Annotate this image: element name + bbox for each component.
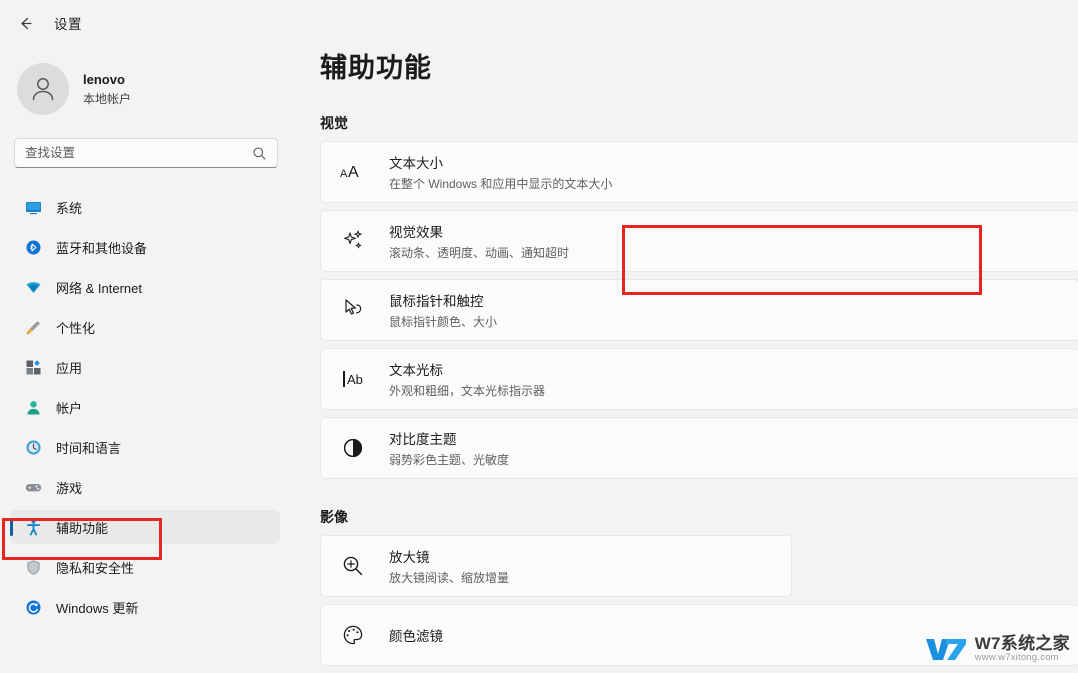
sidebar-item-7[interactable]: 时间和语言 (10, 430, 280, 464)
w7-mark (925, 639, 966, 661)
card-title: 文本光标 (389, 363, 443, 378)
sidebar-item-5[interactable]: 应用 (10, 350, 280, 384)
sidebar-item-label: 网络 & Internet (56, 280, 142, 296)
card-subtitle: 鼠标指针颜色、大小 (389, 315, 498, 329)
back-arrow-icon (20, 17, 32, 29)
card-title: 颜色滤镜 (389, 629, 443, 644)
back-button[interactable] (12, 10, 38, 36)
app-title: 设置 (54, 17, 82, 32)
paintbrush-icon (24, 318, 42, 336)
sidebar-item-label: 隐私和安全性 (56, 560, 135, 576)
svg-text:A: A (340, 168, 348, 180)
card-subtitle: 在整个 Windows 和应用中显示的文本大小 (389, 177, 613, 191)
settings-sections: 视觉 A A 文本大小在整个 Windows 和应用中显示的文本大小 视觉效果滚动条、透… (300, 113, 1078, 666)
section-card-list: A A 文本大小在整个 Windows 和应用中显示的文本大小 视觉效果滚动条、透明度… (300, 141, 1078, 479)
color-filter-icon (339, 621, 367, 649)
watermark: W7系统之家 www.w7xitong.com (924, 635, 1070, 663)
sidebar-item-1[interactable]: 系统 (10, 190, 280, 224)
main-content: 辅助功能 视觉 A A 文本大小 在整个 Windows 和应用中显示的文本大小 视觉效果… (300, 0, 1078, 673)
update-icon (24, 598, 42, 616)
magnifier-icon (339, 552, 367, 580)
card-title: 视觉效果 (389, 225, 443, 240)
sidebar-item-label: 应用 (56, 360, 83, 376)
section-heading: 影像 (320, 509, 348, 525)
sidebar-item-3[interactable]: 网络 & Internet (10, 270, 280, 304)
card-subtitle: 外观和粗细，文本光标指示器 (389, 384, 546, 398)
settings-card[interactable]: 对比度主题弱势彩色主题、光敏度 (320, 417, 1078, 479)
sidebar-item-label: 蓝牙和其他设备 (56, 240, 148, 256)
account-type: 本地帐户 (83, 91, 132, 106)
apps-icon (24, 358, 42, 376)
sidebar-item-11[interactable]: Windows 更新 (10, 590, 280, 624)
display-icon (24, 198, 42, 216)
sidebar-item-label: Windows 更新 (56, 600, 139, 616)
search-input[interactable] (25, 139, 252, 167)
contrast-icon (339, 434, 367, 462)
card-title: 文本大小 (389, 156, 443, 171)
titlebar: 设置 (0, 0, 300, 46)
card-title: 放大镜 (389, 550, 430, 565)
sparkle-icon (339, 227, 367, 255)
settings-card[interactable]: 放大镜放大镜阅读、缩放增量 (320, 535, 792, 597)
sidebar-item-9[interactable]: 辅助功能 (10, 510, 280, 544)
sidebar: 设置 lenovo 本地帐户 查找设置 系统 蓝牙和其他设备 网络 & Inte… (0, 0, 300, 673)
magnifier-glyph (253, 146, 266, 160)
person-icon (32, 78, 54, 101)
card-title: 鼠标指针和触控 (389, 294, 484, 309)
sidebar-item-10[interactable]: 隐私和安全性 (10, 550, 280, 584)
watermark-name: W7系统之家 (974, 634, 1070, 654)
sidebar-item-label: 游戏 (56, 480, 83, 496)
clock-icon (24, 438, 42, 456)
mouse-pointer-icon (339, 296, 367, 324)
account-icon (24, 398, 42, 416)
settings-card[interactable]: 视觉效果滚动条、透明度、动画、通知超时 (320, 210, 1078, 272)
sidebar-item-6[interactable]: 帐户 (10, 390, 280, 424)
sidebar-item-label: 帐户 (56, 400, 83, 416)
card-subtitle: 放大镜阅读、缩放增量 (389, 571, 510, 585)
text-cursor-icon: Ab (339, 365, 367, 393)
text-size-icon: AA (339, 158, 367, 186)
watermark-url: www.w7xitong.com (974, 652, 1059, 664)
sidebar-item-label: 辅助功能 (56, 520, 109, 536)
bluetooth-icon (24, 238, 42, 256)
card-title: 对比度主题 (389, 432, 457, 447)
accessibility-icon (24, 518, 42, 536)
sidebar-item-label: 时间和语言 (56, 440, 122, 456)
svg-text:A: A (348, 164, 359, 181)
search-box[interactable] (14, 138, 278, 168)
sidebar-item-2[interactable]: 蓝牙和其他设备 (10, 230, 280, 264)
sidebar-item-8[interactable]: 游戏 (10, 470, 280, 504)
settings-window: 设置 lenovo 本地帐户 查找设置 系统 蓝牙和其他设备 网络 & Inte… (0, 0, 1078, 673)
avatar (17, 63, 69, 115)
settings-card[interactable]: A A 文本大小在整个 Windows 和应用中显示的文本大小 (320, 141, 1078, 203)
w7-logo-icon (924, 636, 968, 662)
page-title: 辅助功能 (320, 53, 432, 83)
settings-card[interactable]: 鼠标指针和触控 鼠标指针颜色、大小 (320, 279, 1078, 341)
section-heading: 视觉 (320, 115, 348, 131)
card-subtitle: 弱势彩色主题、光敏度 (389, 453, 510, 467)
svg-text:Ab: Ab (347, 372, 363, 387)
gamepad-icon (24, 478, 42, 496)
account-name: lenovo (83, 71, 125, 87)
search-container (0, 118, 300, 168)
sidebar-item-4[interactable]: 个性化 (10, 310, 280, 344)
card-subtitle: 滚动条、透明度、动画、通知超时 (389, 246, 570, 260)
search-icon[interactable] (252, 146, 267, 161)
sidebar-item-label: 系统 (56, 200, 83, 216)
shield-icon (24, 558, 42, 576)
sidebar-item-label: 个性化 (56, 320, 96, 336)
sidebar-nav: 系统蓝牙和其他设备 网络 & Internet 个性化应用帐户时间和语言游戏辅助功能… (0, 190, 300, 624)
account-card[interactable]: lenovo 本地帐户 (0, 46, 300, 118)
wifi-icon (24, 278, 42, 296)
settings-card[interactable]: Ab 文本光标外观和粗细，文本光标指示器 (320, 348, 1078, 410)
